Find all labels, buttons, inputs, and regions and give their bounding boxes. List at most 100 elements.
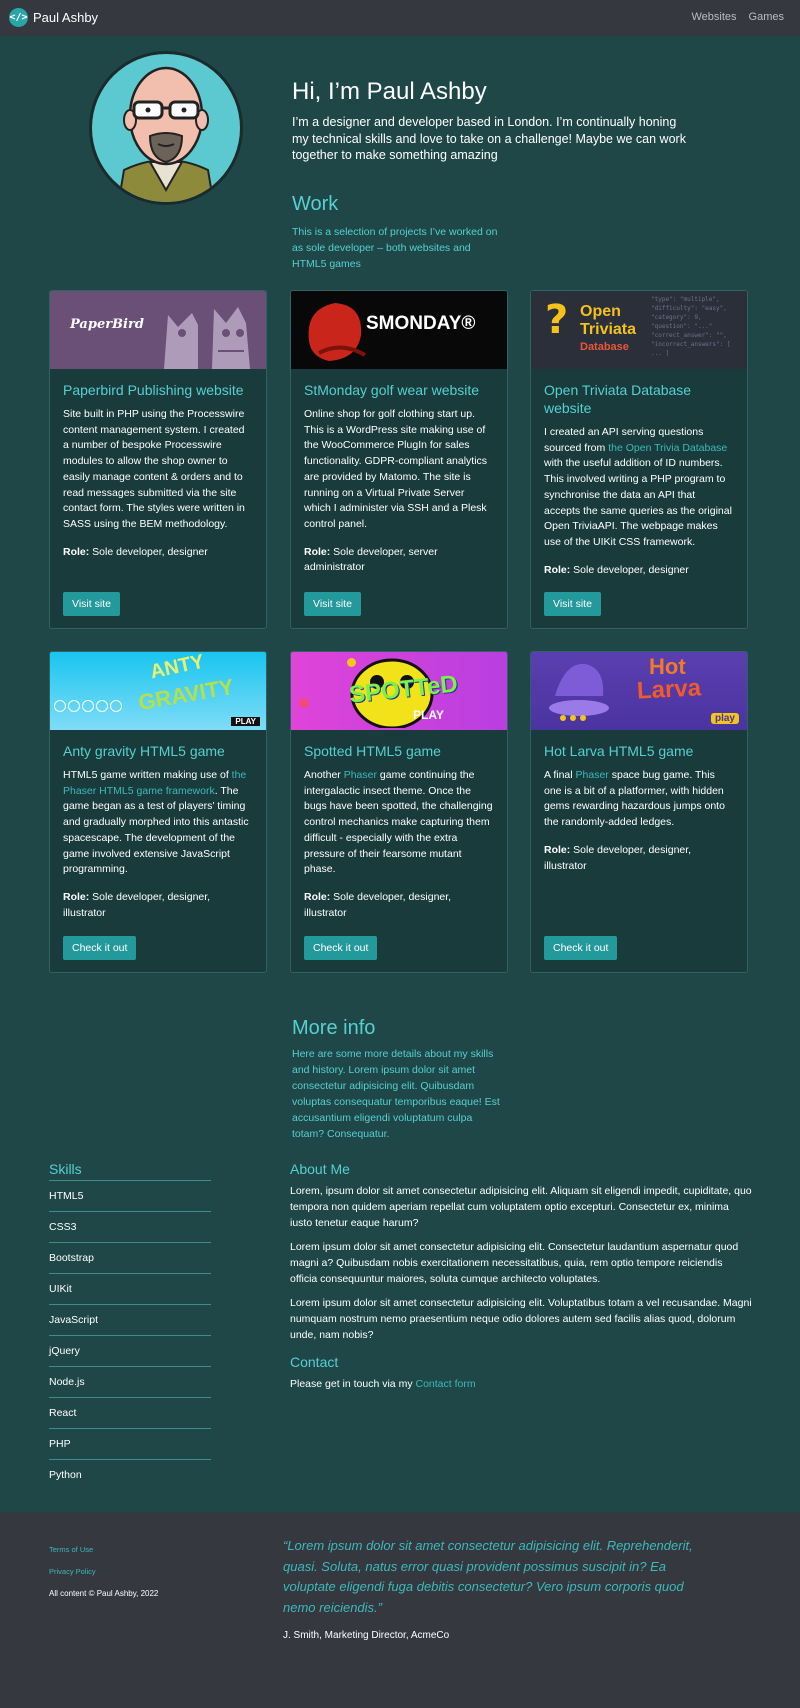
skill-item: React: [49, 1398, 211, 1429]
skill-item: UIKit: [49, 1274, 211, 1305]
project-image-stmonday: SMONDAY®: [291, 291, 507, 369]
card-role: Role: Sole developer, designer, illustra…: [544, 843, 734, 874]
paperbird-logo-text: PaperBird: [70, 317, 144, 332]
nav-link-websites[interactable]: Websites: [691, 11, 736, 23]
card-role: Role: Sole developer, designer, illustra…: [63, 890, 253, 921]
card-title: Open Triviata Database website: [544, 382, 692, 416]
code-icon: </>: [9, 8, 28, 27]
card-title: Spotted HTML5 game: [304, 743, 441, 759]
top-navbar: </> Paul Ashby Websites Games: [0, 0, 800, 36]
card-text-part: Another: [304, 769, 344, 781]
role-label: Role:: [63, 890, 90, 903]
play-label: PLAY: [231, 717, 260, 726]
testimonial-quote: “Lorem ipsum dolor sit amet consectetur …: [283, 1538, 693, 1615]
project-card-anty-gravity: ANTY GRAVITY PLAY Anty gravity HTML5 gam…: [49, 651, 267, 973]
work-lead: This is a selection of projects I’ve wor…: [292, 226, 498, 270]
skill-item: HTML5: [49, 1181, 211, 1212]
skill-item: Python: [49, 1469, 82, 1481]
golf-cap-icon: [308, 303, 367, 361]
check-it-out-button[interactable]: Check it out: [544, 936, 618, 960]
project-image-opentriviata: "type": "multiple", "difficulty": "easy",…: [531, 291, 747, 369]
brand-link[interactable]: </> Paul Ashby: [9, 8, 98, 27]
card-description: Another Phaser game continuing the inter…: [304, 768, 494, 878]
role-label: Role:: [63, 545, 90, 558]
about-paragraph: Lorem, ipsum dolor sit amet consectetur …: [290, 1185, 752, 1229]
visit-site-button[interactable]: Visit site: [304, 592, 361, 616]
more-info-lead: Here are some more details about my skil…: [292, 1048, 500, 1140]
project-card-opentriviata: "type": "multiple", "difficulty": "easy",…: [530, 290, 748, 629]
play-label: play: [710, 713, 739, 724]
privacy-policy-link[interactable]: Privacy Policy: [49, 1567, 96, 1576]
project-image-hot-larva: Hot Larva play: [531, 652, 747, 730]
hero-title: Hi, I’m Paul Ashby: [292, 78, 487, 105]
copyright: All content © Paul Ashby, 2022: [49, 1589, 159, 1598]
visit-site-button[interactable]: Visit site: [544, 592, 601, 616]
contact-form-link[interactable]: Contact form: [415, 1378, 475, 1390]
open-trivia-database-link[interactable]: the Open Trivia Database: [608, 442, 727, 454]
trivia-logo-triviata: Triviata: [580, 321, 637, 338]
nav-link-games[interactable]: Games: [749, 11, 784, 23]
role-value: Sole developer, designer: [89, 545, 208, 558]
about-title: About Me: [290, 1161, 350, 1177]
project-image-paperbird: PaperBird: [50, 291, 266, 369]
skill-item: JavaScript: [49, 1305, 211, 1336]
card-title: Anty gravity HTML5 game: [63, 743, 225, 759]
phaser-link[interactable]: Phaser: [576, 769, 609, 781]
card-text-part: A final: [544, 769, 576, 781]
card-description: I created an API serving questions sourc…: [544, 425, 734, 551]
card-description: Site built in PHP using the Processwire …: [63, 408, 245, 530]
terms-of-use-link[interactable]: Terms of Use: [49, 1545, 93, 1554]
visit-site-button[interactable]: Visit site: [63, 592, 120, 616]
contact-text-part: Please get in touch via my: [290, 1378, 416, 1390]
brand-name: Paul Ashby: [33, 10, 99, 25]
skills-list: HTML5 CSS3 Bootstrap UIKit JavaScript jQ…: [49, 1180, 211, 1491]
trivia-logo-database: Database: [580, 341, 629, 353]
project-card-hot-larva: Hot Larva play Hot Larva HTML5 game A fi…: [530, 651, 748, 973]
bug-icon: [299, 698, 309, 708]
card-role: Role: Sole developer, designer: [63, 545, 253, 561]
phaser-link[interactable]: Phaser: [344, 769, 377, 781]
more-info-title: More info: [292, 1017, 376, 1039]
card-role: Role: Sole developer, server administrat…: [304, 545, 494, 576]
project-image-spotted: SPOTTeD PLAY: [291, 652, 507, 730]
question-mark-icon: ?: [545, 297, 569, 343]
card-title: StMonday golf wear website: [304, 382, 480, 398]
work-title: Work: [292, 193, 339, 215]
project-card-spotted: SPOTTeD PLAY Spotted HTML5 game Another …: [290, 651, 508, 973]
role-label: Role:: [304, 890, 331, 903]
card-text-part: with the useful addition of ID numbers. …: [544, 457, 732, 548]
avatar-illustration: [89, 51, 243, 205]
contact-text: Please get in touch via my Contact form: [290, 1378, 476, 1390]
card-description: A final Phaser space bug game. This one …: [544, 768, 734, 831]
skill-item: PHP: [49, 1429, 211, 1460]
project-card-paperbird: PaperBird Paperbird Publishing website S…: [49, 290, 267, 629]
card-title: Paperbird Publishing website: [63, 382, 244, 398]
card-role: Role: Sole developer, designer, illustra…: [304, 890, 494, 921]
skill-item: Node.js: [49, 1367, 211, 1398]
card-description: HTML5 game written making use of the Pha…: [63, 768, 253, 878]
skills-title: Skills: [49, 1161, 82, 1177]
play-label: PLAY: [413, 708, 444, 722]
skill-item: CSS3: [49, 1212, 211, 1243]
bubble-row: [54, 700, 122, 712]
card-text-part: . The game began as a test of players’ t…: [63, 784, 249, 876]
skill-item: Bootstrap: [49, 1243, 211, 1274]
card-title: Hot Larva HTML5 game: [544, 743, 694, 759]
bug-icon: [347, 658, 356, 667]
card-role: Role: Sole developer, designer: [544, 563, 734, 579]
about-paragraph: Lorem ipsum dolor sit amet consectetur a…: [290, 1241, 739, 1285]
project-card-stmonday: SMONDAY® StMonday golf wear website Onli…: [290, 290, 508, 629]
role-label: Role:: [544, 563, 571, 576]
cat-illustration-icon: [164, 307, 250, 369]
code-background: "type": "multiple", "difficulty": "easy",…: [651, 296, 731, 357]
project-image-anty-gravity: ANTY GRAVITY PLAY: [50, 652, 266, 730]
trivia-logo-open: Open: [580, 303, 621, 320]
check-it-out-button[interactable]: Check it out: [304, 936, 378, 960]
card-text-part: game continuing the intergalactic insect…: [304, 769, 493, 876]
contact-title: Contact: [290, 1354, 339, 1370]
check-it-out-button[interactable]: Check it out: [63, 936, 137, 960]
footer: Terms of Use Privacy Policy All content …: [0, 1512, 800, 1708]
space-bug-icon: [549, 663, 609, 721]
role-value: Sole developer, designer: [570, 563, 689, 576]
role-label: Role:: [544, 843, 571, 856]
